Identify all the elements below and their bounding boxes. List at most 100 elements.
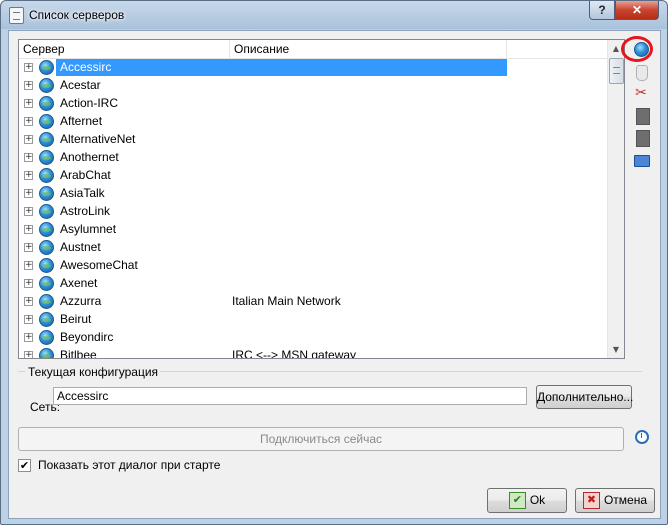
- paste-icon[interactable]: [631, 129, 651, 147]
- expand-icon[interactable]: +: [24, 207, 33, 216]
- connect-now-button[interactable]: Подключиться сейчас: [18, 427, 624, 451]
- check-icon: ✔: [508, 492, 526, 510]
- window-title: Список серверов: [29, 8, 125, 22]
- scroll-down-icon[interactable]: ▼: [608, 341, 624, 358]
- server-list[interactable]: Сервер Описание + Accessirc + Acestar + Actio…: [18, 39, 625, 359]
- list-item[interactable]: + Bitlbee IRC <--> MSN gateway: [19, 347, 607, 359]
- globe-icon: [39, 204, 54, 219]
- globe-icon: [39, 294, 54, 309]
- list-item[interactable]: + AstroLink: [19, 203, 607, 221]
- title-bar[interactable]: Список серверов ? ✕: [1, 1, 667, 29]
- expand-icon[interactable]: +: [24, 63, 33, 72]
- list-item[interactable]: + Accessirc: [19, 59, 607, 77]
- globe-icon: [39, 150, 54, 165]
- server-name: Bitlbee: [60, 348, 97, 359]
- column-header-server[interactable]: Сервер: [19, 40, 230, 58]
- list-item[interactable]: + Beyondirc: [19, 329, 607, 347]
- expand-icon[interactable]: +: [24, 243, 33, 252]
- server-name: Accessirc: [60, 60, 112, 74]
- expand-icon[interactable]: +: [24, 171, 33, 180]
- list-item[interactable]: + Action-IRC: [19, 95, 607, 113]
- globe-icon: [39, 186, 54, 201]
- globe-icon: [39, 240, 54, 255]
- ok-button[interactable]: ✔ Ok: [487, 488, 567, 513]
- list-item[interactable]: + Afternet: [19, 113, 607, 131]
- globe-icon: [39, 258, 54, 273]
- list-item[interactable]: + Beirut: [19, 311, 607, 329]
- globe-icon: [39, 60, 54, 75]
- expand-icon[interactable]: +: [24, 261, 33, 270]
- list-item[interactable]: + AlternativeNet: [19, 131, 607, 149]
- copy-icon[interactable]: [631, 107, 651, 125]
- server-name: Beirut: [60, 312, 92, 326]
- show-dialog-label: Показать этот диалог при старте: [38, 458, 221, 472]
- show-dialog-checkbox[interactable]: ✔: [18, 459, 31, 472]
- expand-icon[interactable]: +: [24, 117, 33, 126]
- list-item[interactable]: + AsiaTalk: [19, 185, 607, 203]
- globe-icon: [39, 330, 54, 345]
- expand-icon[interactable]: +: [24, 135, 33, 144]
- folder-open-icon[interactable]: [631, 151, 651, 169]
- server-name: Action-IRC: [60, 96, 119, 110]
- expand-icon[interactable]: +: [24, 279, 33, 288]
- server-list-window: Список серверов ? ✕ Сервер Описание + Acc…: [0, 0, 668, 525]
- expand-icon[interactable]: +: [24, 333, 33, 342]
- stopwatch-icon[interactable]: [635, 430, 649, 444]
- server-name: AlternativeNet: [60, 132, 136, 146]
- list-header: Сервер Описание: [19, 40, 607, 59]
- server-name: Acestar: [60, 78, 101, 92]
- selection-highlight: [56, 59, 507, 76]
- globe-icon: [39, 222, 54, 237]
- list-item[interactable]: + Acestar: [19, 77, 607, 95]
- server-name: Afternet: [60, 114, 103, 128]
- globe-icon: [39, 348, 54, 358]
- list-item[interactable]: + AwesomeChat: [19, 257, 607, 275]
- expand-icon[interactable]: +: [24, 189, 33, 198]
- server-name: AwesomeChat: [60, 258, 138, 272]
- cancel-button[interactable]: ✖ Отмена: [575, 488, 655, 513]
- expand-icon[interactable]: +: [24, 351, 33, 358]
- scissors-icon[interactable]: ✂: [631, 83, 651, 101]
- globe-icon: [39, 168, 54, 183]
- list-item[interactable]: + Asylumnet: [19, 221, 607, 239]
- network-input[interactable]: Accessirc: [53, 387, 527, 405]
- group-title: Текущая конфигурация: [26, 365, 161, 379]
- expand-icon[interactable]: +: [24, 99, 33, 108]
- cancel-x-icon: ✖: [582, 492, 600, 510]
- list-item[interactable]: + Axenet: [19, 275, 607, 293]
- ok-label: Ok: [529, 493, 546, 507]
- list-item[interactable]: + Austnet: [19, 239, 607, 257]
- expand-icon[interactable]: +: [24, 315, 33, 324]
- list-item[interactable]: + Anothernet: [19, 149, 607, 167]
- globe-icon: [39, 78, 54, 93]
- column-header-description[interactable]: Описание: [230, 40, 507, 58]
- server-name: Anothernet: [60, 150, 119, 164]
- list-body: + Accessirc + Acestar + Action-IRC + Afternet + A…: [19, 59, 607, 358]
- help-button[interactable]: ?: [589, 1, 615, 20]
- dialog-client-area: Сервер Описание + Accessirc + Acestar + Actio…: [8, 30, 661, 519]
- globe-icon: [39, 132, 54, 147]
- scroll-thumb[interactable]: [609, 58, 624, 84]
- expand-icon[interactable]: +: [24, 153, 33, 162]
- hand-icon[interactable]: [631, 63, 651, 81]
- server-name: Austnet: [60, 240, 101, 254]
- expand-icon[interactable]: +: [24, 297, 33, 306]
- advanced-button[interactable]: Дополнительно...: [536, 385, 633, 409]
- server-description: IRC <--> MSN gateway: [232, 348, 357, 359]
- globe-icon: [39, 96, 54, 111]
- expand-icon[interactable]: +: [24, 225, 33, 234]
- window-icon: [9, 7, 24, 24]
- vertical-scrollbar[interactable]: ▲ ▼: [607, 40, 624, 358]
- server-name: Asylumnet: [60, 222, 117, 236]
- server-name: Beyondirc: [60, 330, 114, 344]
- server-name: AsiaTalk: [60, 186, 105, 200]
- list-item[interactable]: + Azzurra Italian Main Network: [19, 293, 607, 311]
- close-button[interactable]: ✕: [615, 1, 659, 20]
- server-name: Axenet: [60, 276, 98, 290]
- server-name: AstroLink: [60, 204, 111, 218]
- globe-icon: [39, 312, 54, 327]
- list-item[interactable]: + ArabChat: [19, 167, 607, 185]
- cancel-label: Отмена: [603, 493, 648, 507]
- expand-icon[interactable]: +: [24, 81, 33, 90]
- server-name: ArabChat: [60, 168, 111, 182]
